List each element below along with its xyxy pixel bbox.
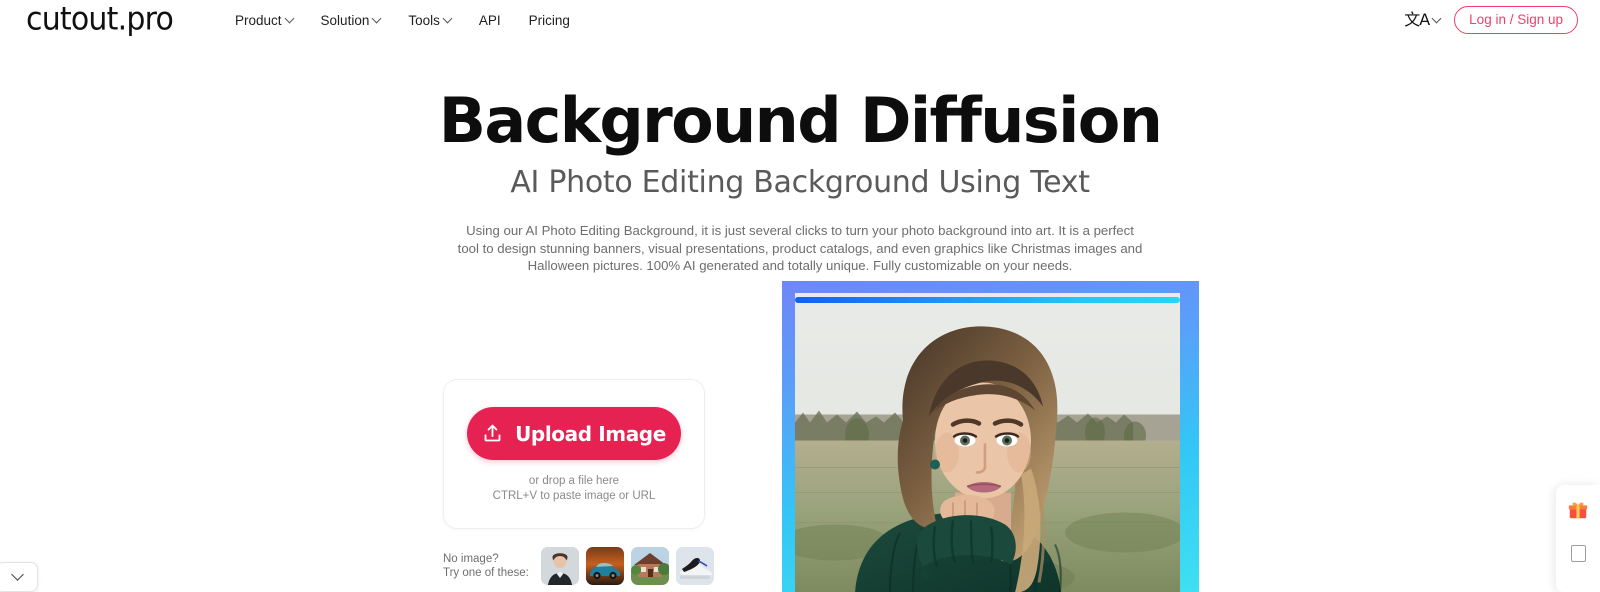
- login-signup-button[interactable]: Log in / Sign up: [1454, 5, 1578, 35]
- drop-hint-line-1: or drop a file here: [528, 475, 620, 487]
- samples-label-line-1: No image?: [443, 552, 499, 565]
- chevron-down-icon: [10, 567, 24, 581]
- chevron-down-icon: [371, 13, 382, 23]
- collapse-toggle[interactable]: [0, 562, 38, 592]
- nav-item-api[interactable]: API: [479, 13, 501, 28]
- sample-house-image: [630, 547, 669, 585]
- preview-image-frame: [782, 281, 1199, 592]
- language-switcher[interactable]: 文A: [1404, 10, 1442, 29]
- gift-icon[interactable]: [1567, 499, 1589, 521]
- preview-photo: [795, 293, 1180, 592]
- upload-icon: [484, 424, 501, 442]
- nav-label: Product: [235, 12, 282, 28]
- sample-car-image: [585, 547, 624, 585]
- panel-icon[interactable]: [1570, 545, 1586, 562]
- sample-images-section: No image? Try one of these:: [443, 547, 714, 585]
- site-header: cutout.pro Product Solution Tools API Pr…: [0, 0, 1600, 40]
- samples-label-line-2: Try one of these:: [443, 567, 529, 579]
- page-subtitle: AI Photo Editing Background Using Text: [510, 164, 1090, 200]
- logo[interactable]: cutout.pro: [26, 3, 174, 36]
- upload-card[interactable]: Upload Image or drop a file here CTRL+V …: [443, 379, 705, 529]
- chevron-down-icon: [442, 13, 453, 23]
- nav-item-tools[interactable]: Tools: [408, 12, 453, 28]
- samples-label: No image? Try one of these:: [443, 552, 529, 581]
- sample-car[interactable]: [585, 547, 624, 585]
- drop-hint: or drop a file here CTRL+V to paste imag…: [493, 474, 656, 504]
- nav-item-product[interactable]: Product: [235, 12, 294, 28]
- nav-label: Tools: [408, 12, 440, 28]
- translate-icon: 文A: [1404, 10, 1430, 29]
- floating-side-widget: [1556, 485, 1600, 592]
- hero-section: Background Diffusion AI Photo Editing Ba…: [0, 84, 1600, 275]
- sample-portrait-image: [540, 547, 579, 585]
- chevron-down-icon: [1431, 13, 1442, 23]
- nav-item-pricing[interactable]: Pricing: [529, 13, 570, 28]
- preview-image-inner: [795, 293, 1180, 592]
- scanline-indicator: [795, 297, 1180, 303]
- sample-sneaker[interactable]: [675, 547, 714, 585]
- chevron-down-icon: [284, 13, 294, 23]
- nav-label: Solution: [320, 12, 370, 28]
- drop-hint-line-2: CTRL+V to paste image or URL: [492, 490, 656, 502]
- upload-image-button[interactable]: Upload Image: [467, 407, 681, 460]
- sample-sneaker-image: [675, 547, 714, 585]
- nav-label: Pricing: [528, 12, 570, 28]
- page-description: Using our AI Photo Editing Background, i…: [457, 222, 1143, 274]
- sample-thumbnail-list: [540, 547, 714, 585]
- upload-button-label: Upload Image: [515, 421, 666, 446]
- sample-portrait[interactable]: [540, 547, 579, 585]
- nav-label: API: [478, 12, 501, 28]
- main-nav: Product Solution Tools API Pricing: [235, 13, 570, 28]
- sample-house[interactable]: [630, 547, 669, 585]
- nav-item-solution[interactable]: Solution: [320, 12, 382, 28]
- page-root: cutout.pro Product Solution Tools API Pr…: [0, 0, 1600, 592]
- page-title: Background Diffusion: [438, 84, 1163, 157]
- header-actions: 文A Log in / Sign up: [1404, 5, 1578, 35]
